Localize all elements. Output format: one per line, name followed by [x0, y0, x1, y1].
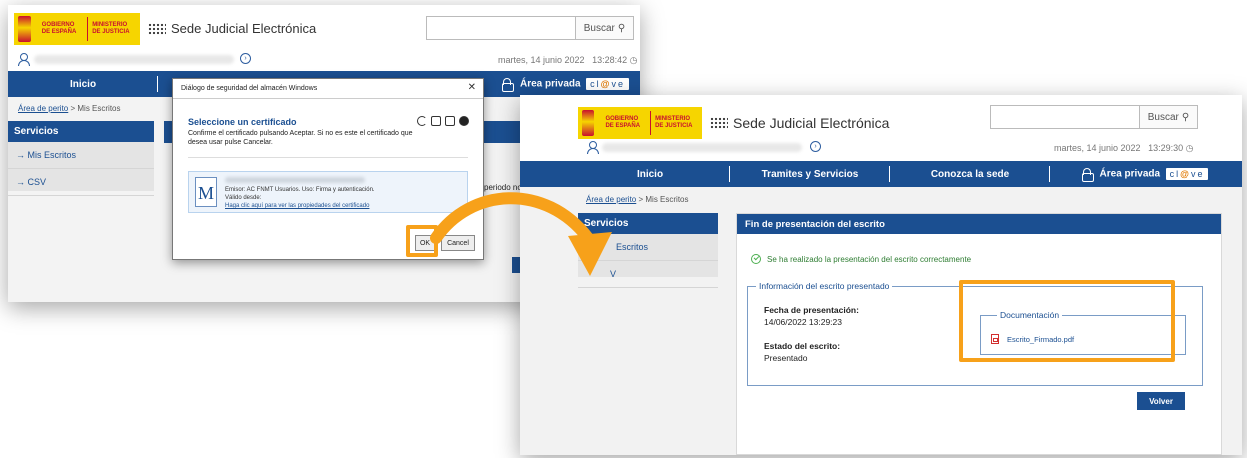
ok-highlight-box: [406, 225, 438, 257]
search-button[interactable]: Buscar ⚲: [575, 17, 633, 39]
user-name-blurred: [602, 143, 802, 152]
panel-title: Fin de presentación del escrito: [737, 214, 1221, 234]
search-button[interactable]: Buscar ⚲: [1139, 106, 1197, 128]
dialog-text: Confirme el certificado pulsando Aceptar…: [188, 130, 413, 146]
ministry-label: MINISTERIO DE JUSTICIA: [92, 22, 130, 35]
clock-icon: ◷: [1185, 143, 1194, 153]
sidebar-item-mis-escritos[interactable]: → Mis Escritos: [8, 142, 154, 169]
user-icon: [18, 53, 30, 66]
site-title-text: Sede Judicial Electrónica: [171, 21, 317, 36]
dialog-titlebar: Diálogo de seguridad del almacén Windows…: [173, 79, 483, 99]
close-icon[interactable]: ✕: [468, 82, 476, 93]
search-icon: ⚲: [617, 22, 626, 34]
dialog-title: Diálogo de seguridad del almacén Windows: [181, 85, 318, 92]
breadcrumb-link[interactable]: Área de perito: [18, 104, 68, 113]
site-title[interactable]: Sede Judicial Electrónica: [710, 115, 889, 131]
main-nav: Inicio Tramites y Servicios Conozca la s…: [520, 161, 1242, 187]
nav-inicio[interactable]: Inicio: [8, 75, 158, 92]
search-input[interactable]: [991, 106, 1139, 128]
submission-confirmation-screenshot: GOBIERNO DE ESPAÑA MINISTERIO DE JUSTICI…: [520, 95, 1242, 455]
clave-logo[interactable]: cl@ve: [586, 78, 629, 90]
certificate-view-icon[interactable]: [431, 116, 441, 126]
fnmt-certificate-icon: M: [195, 177, 217, 207]
services-sidebar: Servicios → Mis Escritos → CSV: [8, 121, 154, 196]
fecha-label: Fecha de presentación:: [764, 305, 859, 315]
site-header: GOBIERNO DE ESPAÑA MINISTERIO DE JUSTICI…: [8, 5, 640, 71]
site-title-text: Sede Judicial Electrónica: [733, 115, 890, 131]
breadcrumb: Área de perito > Mis Escritos: [586, 195, 689, 204]
nav-inicio[interactable]: Inicio: [570, 165, 730, 182]
dialog-heading: Seleccione un certificado: [188, 117, 297, 127]
certificate-item[interactable]: M Emisor: AC FNMT Usuarios. Uso: Firma y…: [188, 171, 468, 213]
search-box[interactable]: Buscar ⚲: [990, 105, 1198, 129]
date-time: martes, 14 junio 2022 13:29:30 ◷: [1054, 143, 1194, 153]
estado-label: Estado del escrito:: [764, 341, 841, 351]
info-legend: Información del escrito presentado: [756, 281, 893, 291]
breadcrumb: Área de perito > Mis Escritos: [18, 104, 121, 113]
check-circle-icon: [751, 254, 761, 264]
nav-conozca[interactable]: Conozca la sede: [890, 165, 1050, 182]
certificate-properties-link[interactable]: Haga clic aquí para ver las propiedades …: [225, 203, 369, 209]
sidebar-item-mis-escritos[interactable]: Escritos: [578, 234, 718, 261]
site-title[interactable]: Sede Judicial Electrónica: [148, 21, 316, 36]
cancel-button[interactable]: Cancel: [441, 235, 475, 251]
coat-of-arms-icon: [582, 110, 595, 136]
services-sidebar: Servicios Escritos V: [578, 213, 718, 288]
government-logo: GOBIERNO DE ESPAÑA MINISTERIO DE JUSTICI…: [578, 107, 702, 139]
logout-icon[interactable]: ›: [240, 53, 251, 64]
clave-logo[interactable]: cl@ve: [1165, 168, 1209, 180]
sidebar-item-csv[interactable]: → CSV: [8, 169, 154, 196]
help-icon[interactable]: [459, 116, 469, 126]
coat-of-arms-icon: [18, 16, 31, 42]
certificate-name-blurred: [225, 177, 365, 183]
search-box[interactable]: Buscar ⚲: [426, 16, 634, 40]
fecha-value: 14/06/2022 13:29:23: [764, 317, 842, 327]
nav-area-privada[interactable]: Área privada cl@ve: [502, 78, 629, 92]
date-time: martes, 14 junio 2022 13:28:42 ◷: [498, 55, 638, 65]
ministry-label: MINISTERIO DE JUSTICIA: [655, 116, 693, 129]
dialog-toolbar: [417, 116, 469, 126]
sede-logo-icon: [148, 22, 166, 35]
documentation-highlight-box: [959, 280, 1175, 362]
sidebar-title: Servicios: [8, 121, 154, 142]
estado-value: Presentado: [764, 353, 808, 363]
success-text: Se ha realizado la presentación del escr…: [767, 254, 972, 264]
nav-tramites[interactable]: Tramites y Servicios: [730, 165, 890, 182]
user-name-blurred: [34, 55, 234, 64]
logout-icon[interactable]: ›: [810, 141, 821, 152]
search-icon: ⚲: [1181, 111, 1190, 123]
sidebar-title: Servicios: [578, 213, 718, 234]
clock-icon: ◷: [629, 55, 638, 65]
gov-label: GOBIERNO DE ESPAÑA: [41, 22, 77, 35]
lock-icon: [502, 78, 514, 92]
certificate-info-icon[interactable]: [445, 116, 455, 126]
search-input[interactable]: [427, 17, 575, 39]
certificate-valid: Válido desde:: [225, 195, 262, 201]
sidebar-item-csv[interactable]: V: [578, 261, 718, 288]
sede-logo-icon: [710, 117, 728, 129]
user-icon: [587, 141, 599, 154]
certificate-issuer: Emisor: AC FNMT Usuarios. Uso: Firma y a…: [225, 187, 375, 193]
nav-area-privada[interactable]: Área privada cl@ve: [1050, 168, 1240, 182]
gov-label: GOBIERNO DE ESPAÑA: [605, 116, 641, 129]
government-logo: GOBIERNO DE ESPAÑA MINISTERIO DE JUSTICI…: [14, 13, 140, 45]
lock-icon: [1081, 168, 1094, 182]
volver-button[interactable]: Volver: [1137, 392, 1185, 410]
site-header: GOBIERNO DE ESPAÑA MINISTERIO DE JUSTICI…: [520, 95, 1242, 161]
breadcrumb-link[interactable]: Área de perito: [586, 195, 636, 204]
success-message: Se ha realizado la presentación del escr…: [751, 254, 971, 264]
refresh-icon[interactable]: [417, 116, 427, 126]
